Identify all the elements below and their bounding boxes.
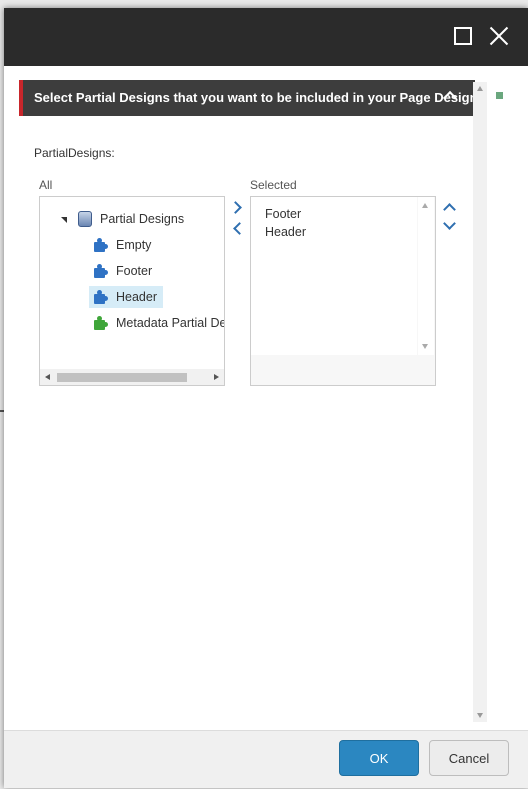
scrollbar-thumb[interactable] bbox=[57, 373, 187, 382]
add-to-selected-button[interactable] bbox=[229, 200, 246, 216]
chevron-right-icon bbox=[229, 201, 242, 214]
tree-item-empty[interactable]: Empty bbox=[94, 234, 155, 256]
tree-horizontal-scrollbar[interactable] bbox=[40, 369, 224, 385]
scroll-down-icon[interactable] bbox=[422, 344, 428, 349]
maximize-button[interactable] bbox=[450, 23, 476, 49]
tree-item-metadata[interactable]: Metadata Partial De bbox=[94, 312, 225, 334]
scroll-right-icon[interactable] bbox=[214, 374, 219, 380]
all-tree[interactable]: Partial Designs Empty Footer Header Meta… bbox=[39, 196, 225, 386]
maximize-icon bbox=[454, 27, 472, 45]
ok-button[interactable]: OK bbox=[339, 740, 419, 776]
tree-root-label: Partial Designs bbox=[100, 212, 185, 226]
selected-vertical-scrollbar[interactable] bbox=[418, 197, 434, 355]
move-down-button[interactable] bbox=[442, 217, 458, 234]
tree-item-header[interactable]: Header bbox=[89, 286, 163, 308]
expand-triangle-icon[interactable] bbox=[61, 217, 67, 223]
tree-item-label: Metadata Partial De bbox=[116, 316, 225, 330]
dialog-titlebar bbox=[4, 8, 528, 66]
selected-item[interactable]: Header bbox=[265, 225, 306, 239]
chevron-left-icon bbox=[233, 222, 246, 235]
scroll-up-icon[interactable] bbox=[422, 203, 428, 208]
partial-designs-dialog: Select Partial Designs that you want to … bbox=[4, 8, 528, 788]
scroll-up-icon[interactable] bbox=[477, 86, 483, 91]
tree-item-label: Footer bbox=[116, 264, 153, 278]
puzzle-icon bbox=[94, 264, 108, 278]
move-up-button[interactable] bbox=[442, 200, 458, 216]
selected-label: Selected bbox=[250, 178, 297, 192]
tree-root[interactable]: Partial Designs bbox=[78, 208, 184, 230]
close-button[interactable] bbox=[486, 23, 512, 49]
selected-listbox[interactable]: Footer Header bbox=[250, 196, 436, 386]
tree-item-footer[interactable]: Footer bbox=[94, 260, 156, 282]
close-icon bbox=[489, 26, 509, 46]
selected-item[interactable]: Footer bbox=[265, 207, 301, 221]
field-label: PartialDesigns: bbox=[34, 146, 115, 160]
dialog-content: Select Partial Designs that you want to … bbox=[4, 66, 528, 730]
puzzle-icon bbox=[94, 238, 108, 252]
puzzle-icon bbox=[94, 316, 108, 330]
status-square-icon bbox=[496, 92, 503, 99]
selected-list[interactable]: Footer Header bbox=[251, 197, 417, 355]
remove-from-selected-button[interactable] bbox=[230, 221, 246, 237]
section-header[interactable]: Select Partial Designs that you want to … bbox=[19, 80, 478, 116]
content-scrollbar[interactable] bbox=[473, 82, 487, 722]
scroll-down-icon[interactable] bbox=[477, 713, 483, 718]
section-title: Select Partial Designs that you want to … bbox=[34, 90, 478, 105]
tree-item-label: Header bbox=[116, 290, 157, 304]
scroll-left-icon[interactable] bbox=[45, 374, 50, 380]
cancel-button[interactable]: Cancel bbox=[429, 740, 509, 776]
database-icon bbox=[78, 211, 92, 227]
tree-item-label: Empty bbox=[116, 238, 152, 252]
dialog-footer: OK Cancel bbox=[4, 730, 528, 788]
puzzle-icon bbox=[94, 290, 108, 304]
chevron-up-icon bbox=[443, 203, 456, 216]
all-label: All bbox=[39, 178, 53, 192]
chevron-down-icon bbox=[443, 217, 456, 230]
